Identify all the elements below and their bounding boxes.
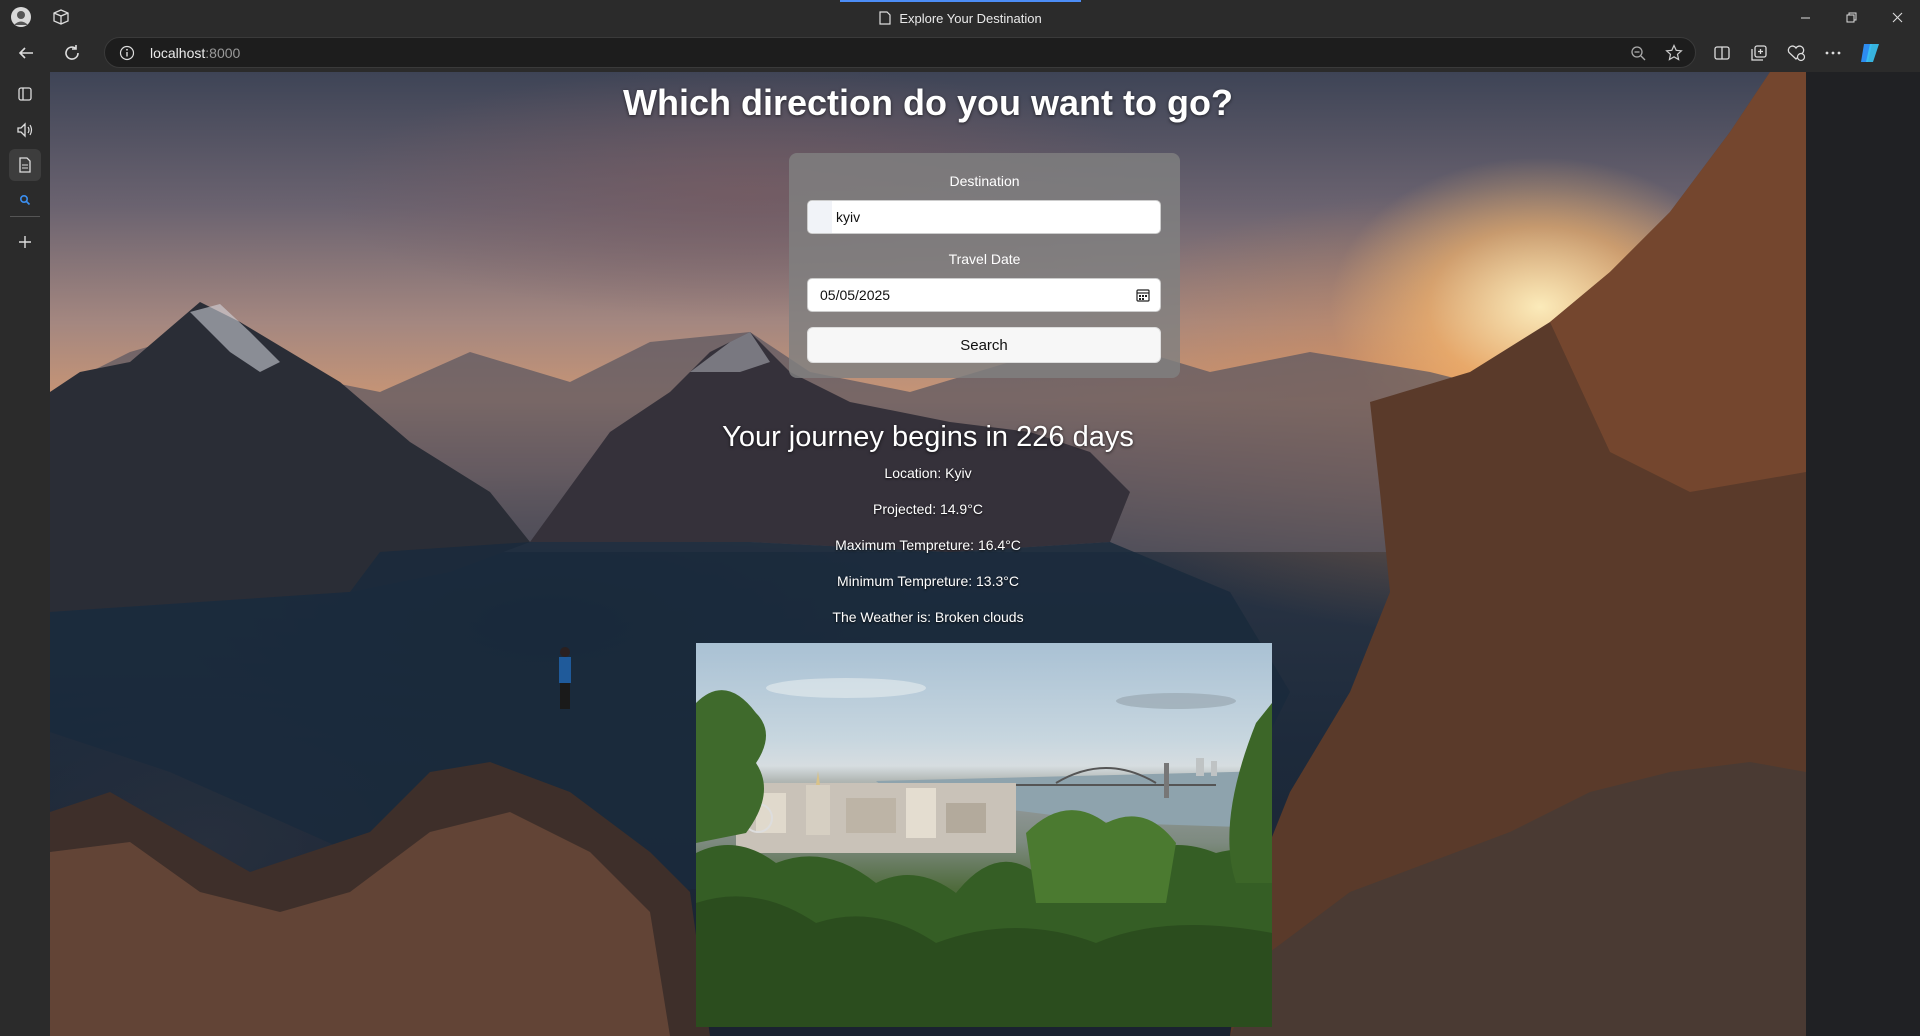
toolbar-right-actions [1707, 37, 1885, 69]
site-info-icon[interactable] [117, 43, 137, 63]
address-bar-actions [1627, 42, 1685, 64]
search-icon[interactable] [9, 184, 41, 216]
browser-sidebar [0, 72, 50, 1036]
search-button[interactable]: Search [807, 327, 1161, 363]
projected-temp-text: Projected: 14.9°C [873, 501, 983, 517]
destination-field-prefix [808, 201, 832, 233]
destination-photo [696, 643, 1272, 1027]
page-heading: Which direction do you want to go? [623, 82, 1233, 123]
refresh-icon[interactable] [56, 37, 88, 69]
url-text[interactable]: localhost:8000 [150, 45, 240, 61]
window-controls [1782, 0, 1920, 34]
max-temp-text: Maximum Tempreture: 16.4°C [835, 537, 1021, 553]
tab-title: Explore Your Destination [899, 10, 1042, 26]
travel-date-label: Travel Date [948, 251, 1021, 267]
url-port: :8000 [205, 45, 241, 61]
destination-input[interactable] [836, 201, 1156, 233]
city-photo-illustration [696, 678, 1272, 1027]
sidebar-divider [10, 216, 40, 217]
destination-label: Destination [949, 173, 1020, 189]
travel-date-input[interactable] [820, 279, 1120, 311]
browser-toolbar: localhost:8000 [0, 34, 1920, 72]
favorite-star-icon[interactable] [1663, 42, 1685, 64]
tab-active[interactable]: Explore Your Destination [840, 0, 1081, 34]
travel-date-field[interactable] [807, 278, 1161, 312]
more-options-icon[interactable] [1818, 37, 1848, 69]
address-bar[interactable]: localhost:8000 [104, 37, 1696, 68]
search-form: Destination Travel Date Search [789, 153, 1180, 378]
browser-essentials-icon[interactable] [1781, 37, 1811, 69]
destination-field[interactable] [807, 200, 1161, 234]
browser-title-bar: Explore Your Destination [0, 0, 1920, 34]
zoom-out-icon[interactable] [1627, 42, 1649, 64]
document-icon[interactable] [9, 149, 41, 181]
page-viewport: Which direction do you want to go? Desti… [50, 72, 1806, 1036]
page-document-icon [879, 11, 891, 25]
journey-countdown: Your journey begins in 226 days [722, 421, 1134, 453]
minimize-icon[interactable] [1782, 0, 1828, 34]
weather-text: The Weather is: Broken clouds [832, 609, 1024, 625]
split-screen-icon[interactable] [1707, 37, 1737, 69]
back-arrow-icon[interactable] [10, 37, 42, 69]
read-aloud-icon[interactable] [9, 114, 41, 146]
calendar-icon[interactable] [1136, 288, 1150, 302]
tab-actions-icon[interactable] [9, 78, 41, 110]
url-host: localhost [150, 45, 206, 61]
min-temp-text: Minimum Tempreture: 13.3°C [837, 573, 1019, 589]
collections-icon[interactable] [1744, 37, 1774, 69]
title-bar-left [8, 4, 74, 30]
profile-avatar-icon[interactable] [8, 4, 34, 30]
restore-icon[interactable] [1828, 0, 1874, 34]
add-icon[interactable] [9, 226, 41, 258]
close-icon[interactable] [1874, 0, 1920, 34]
location-text: Location: Kyiv [884, 465, 972, 481]
workspaces-icon[interactable] [48, 4, 74, 30]
copilot-icon[interactable] [1855, 37, 1885, 69]
